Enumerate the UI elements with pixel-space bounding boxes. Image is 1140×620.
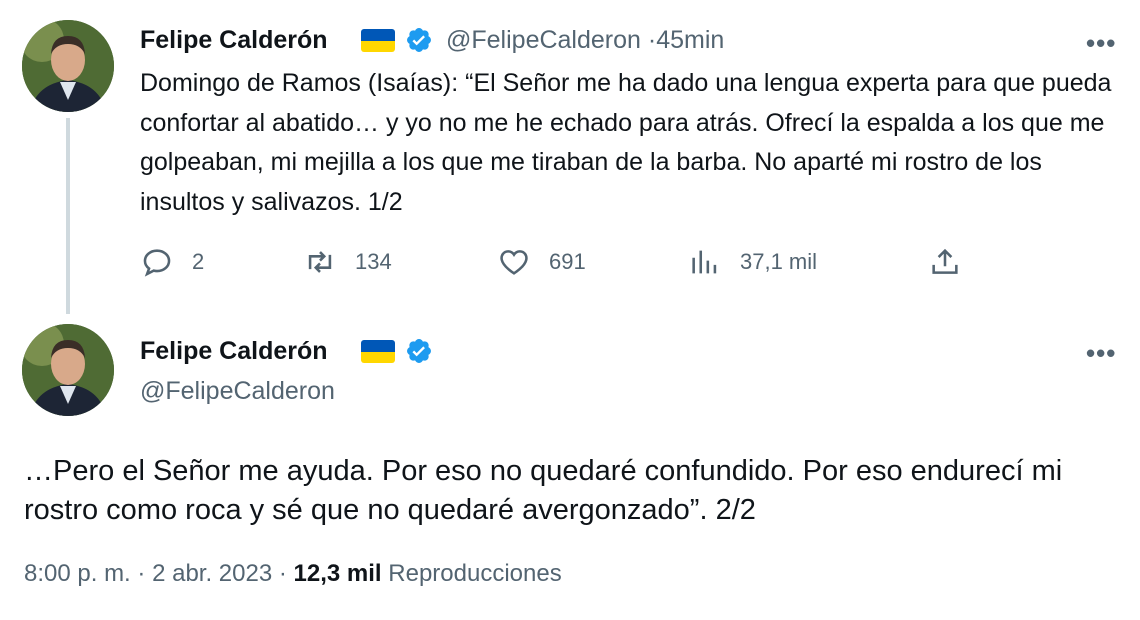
author-handle[interactable]: @FelipeCalderon <box>140 377 335 406</box>
tweet-text: …Pero el Señor me ayuda. Por eso no qued… <box>24 455 1063 526</box>
separator-dot: · <box>647 26 657 54</box>
share-icon <box>932 248 958 274</box>
share-button[interactable] <box>928 242 980 282</box>
views-count[interactable]: 12,3 mil <box>294 560 382 587</box>
ukraine-flag-icon <box>361 29 395 52</box>
separator-dot: · <box>137 560 146 587</box>
thread-line <box>66 118 70 314</box>
views-count: 37,1 mil <box>740 249 818 274</box>
like-icon <box>500 250 528 275</box>
views-icon <box>692 250 717 274</box>
views-button[interactable]: 37,1 mil <box>688 242 817 282</box>
retweet-count: 134 <box>355 249 392 274</box>
like-button[interactable]: 691 <box>497 242 586 282</box>
separator-dot: · <box>278 560 287 587</box>
avatar[interactable] <box>22 20 114 112</box>
retweet-icon <box>308 251 332 273</box>
retweet-button[interactable]: 134 <box>303 242 392 282</box>
tweet-time[interactable]: 8:00 p. m. <box>24 560 131 587</box>
reply-icon <box>143 249 171 277</box>
ukraine-flag-icon <box>361 340 395 363</box>
tweet-handle-time[interactable]: @FelipeCalderon ·45min <box>446 26 724 55</box>
author-handle[interactable]: @FelipeCalderon <box>446 26 641 54</box>
author-name[interactable]: Felipe Calderón <box>140 337 328 366</box>
tweet-footer: 8:00 p. m. · 2 abr. 2023 · 12,3 mil Repr… <box>24 560 562 588</box>
reply-button[interactable]: 2 <box>140 242 204 282</box>
tweet-actions: 2 134 691 37,1 mil <box>140 242 1130 282</box>
more-options-button[interactable]: ••• <box>1086 338 1116 369</box>
verified-badge-icon[interactable] <box>405 337 433 365</box>
verified-badge-icon[interactable] <box>405 26 433 54</box>
tweet-date[interactable]: 2 abr. 2023 <box>152 560 272 587</box>
like-count: 691 <box>549 249 586 274</box>
views-label[interactable]: Reproducciones <box>388 560 561 587</box>
avatar[interactable] <box>22 324 114 416</box>
more-options-button[interactable]: ••• <box>1086 28 1116 59</box>
tweet-text: Domingo de Ramos (Isaías): “El Señor me … <box>140 69 1112 216</box>
reply-count: 2 <box>192 249 205 274</box>
tweet-time[interactable]: 45min <box>656 26 724 54</box>
author-name[interactable]: Felipe Calderón <box>140 26 328 55</box>
